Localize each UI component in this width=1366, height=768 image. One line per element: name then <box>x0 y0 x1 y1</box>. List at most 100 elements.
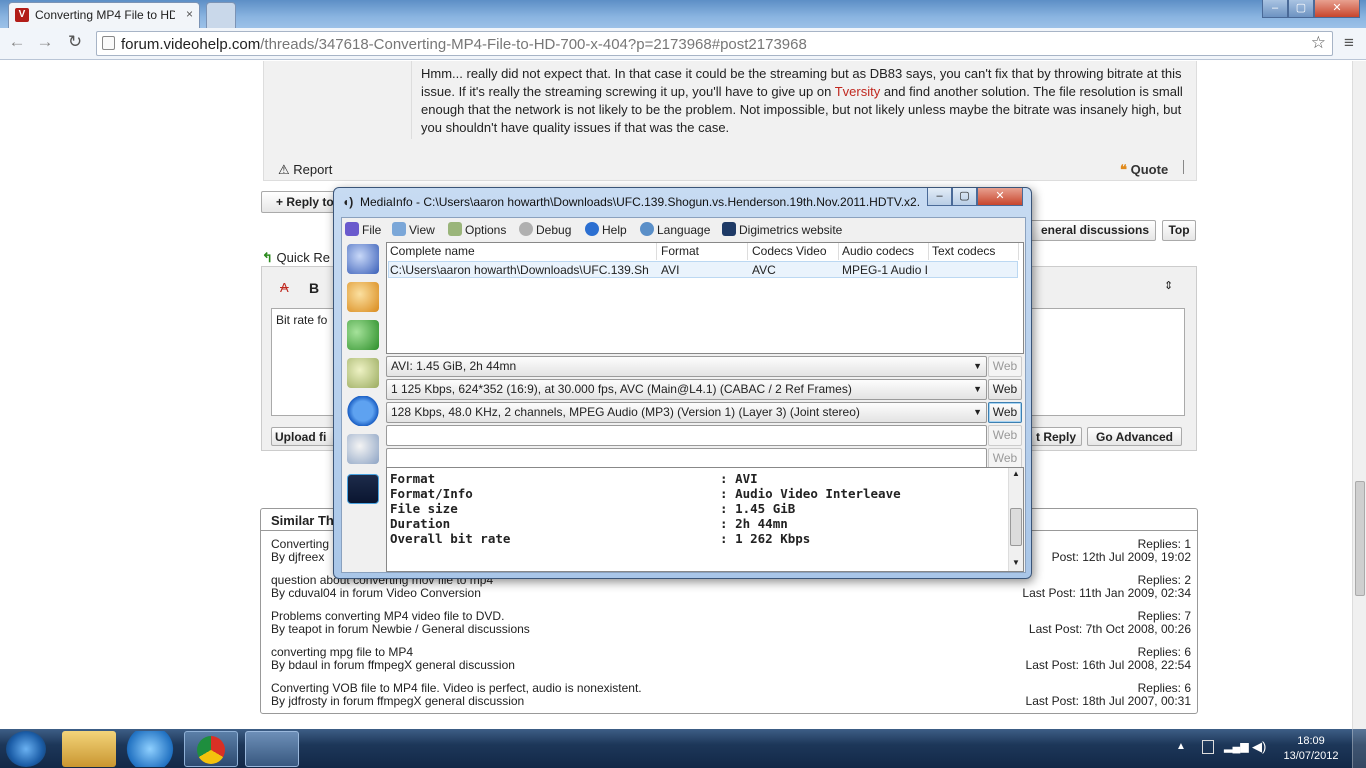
post-quick-reply-button[interactable]: t Reply <box>1030 427 1082 446</box>
scroll-up-icon[interactable]: ▲ <box>1010 468 1022 480</box>
audio-stream-select[interactable]: 128 Kbps, 48.0 KHz, 2 channels, MPEG Aud… <box>386 402 987 423</box>
upload-files-button[interactable]: Upload fi <box>271 427 341 446</box>
table-cell: MPEG-1 Audio L <box>842 263 927 277</box>
list-item[interactable]: converting mpg file to MP4 By bdaul in f… <box>271 646 1191 682</box>
mediainfo-minimize-button[interactable]: – <box>927 188 952 206</box>
bold-button[interactable]: B <box>309 280 319 296</box>
mediainfo-title: MediaInfo - C:\Users\aaron howarth\Downl… <box>360 195 920 209</box>
explorer-taskbar-icon[interactable] <box>62 731 116 767</box>
action-center-icon[interactable] <box>1202 740 1214 754</box>
similar-threads-title: Similar Th <box>271 513 334 528</box>
show-desktop-button[interactable] <box>1352 729 1366 768</box>
go-advanced-button[interactable]: Go Advanced <box>1087 427 1182 446</box>
column-header[interactable]: Text codecs <box>929 243 1019 260</box>
open-folder-icon[interactable] <box>347 282 379 312</box>
mediainfo-client: File View Options Debug Help Language Di… <box>341 217 1026 573</box>
report-button[interactable]: ⚠ Report <box>278 162 332 178</box>
info-row: File size: 1.45 GiB <box>390 501 796 516</box>
clock[interactable]: 18:09 13/07/2012 <box>1276 734 1346 764</box>
list-item[interactable]: Problems converting MP4 video file to DV… <box>271 610 1191 646</box>
browser-tab[interactable]: V Converting MP4 File to HD × <box>8 2 200 28</box>
network-icon[interactable]: ▂▄▆ <box>1224 740 1249 753</box>
close-window-button[interactable]: ✕ <box>1314 0 1360 18</box>
table-cell: C:\Users\aaron howarth\Downloads\UFC.139… <box>390 263 649 277</box>
menu-language[interactable]: Language <box>640 221 710 239</box>
options-icon[interactable] <box>347 358 379 388</box>
column-header[interactable]: Codecs Video <box>749 243 839 260</box>
tab-close-icon[interactable]: × <box>186 7 193 21</box>
text-stream-select[interactable] <box>386 425 987 446</box>
digimetrics-icon <box>722 222 736 236</box>
new-tab-button[interactable] <box>206 2 236 28</box>
info-icon[interactable] <box>347 396 379 426</box>
video-stream-select[interactable]: 1 125 Kbps, 624*352 (16:9), at 30.000 fp… <box>386 379 987 400</box>
audio-web-button[interactable]: Web <box>988 402 1022 423</box>
clock-time: 18:09 <box>1297 735 1325 747</box>
page-icon <box>102 36 115 50</box>
general-stream-select[interactable]: AVI: 1.45 GiB, 2h 44mn ▼ <box>386 356 987 377</box>
wrench-menu-icon[interactable]: ≡ <box>1340 33 1358 53</box>
editor-text: Bit rate fo <box>276 313 328 327</box>
browser-titlebar <box>0 0 1366 28</box>
quote-icon: ❝ <box>1120 162 1127 177</box>
start-button[interactable] <box>6 731 46 767</box>
general-discussions-button[interactable]: eneral discussions <box>1030 220 1156 241</box>
dropdown-arrow-icon: ▼ <box>973 384 982 394</box>
menu-debug[interactable]: Debug <box>519 221 571 239</box>
internet-explorer-taskbar-icon[interactable] <box>123 731 177 767</box>
view-menu-icon <box>392 222 406 236</box>
chapters-stream-select[interactable] <box>386 448 987 469</box>
remove-format-icon[interactable]: A <box>280 280 289 295</box>
menu-file[interactable]: File <box>345 221 381 239</box>
quote-button[interactable]: ❝ Quote <box>1120 162 1168 178</box>
chrome-taskbar-icon[interactable] <box>184 731 238 767</box>
video-web-button[interactable]: Web <box>988 379 1022 400</box>
column-header[interactable]: Format <box>658 243 748 260</box>
list-item[interactable]: Converting VOB file to MP4 file. Video i… <box>271 682 1191 718</box>
text-web-button[interactable]: Web <box>988 425 1022 446</box>
reply-to-thread-button[interactable]: + Reply to <box>261 191 337 213</box>
volume-icon[interactable]: ◀) <box>1252 739 1266 755</box>
info-scrollbar-thumb[interactable] <box>1010 508 1022 546</box>
tversity-link[interactable]: Tversity <box>835 84 881 99</box>
mediainfo-taskbar-icon[interactable] <box>245 731 299 767</box>
videohelp-favicon-icon: V <box>15 8 29 22</box>
mediainfo-close-button[interactable]: ✕ <box>977 188 1023 206</box>
table-cell <box>929 262 1019 278</box>
page-scrollbar[interactable] <box>1352 61 1366 729</box>
menu-options[interactable]: Options <box>448 221 506 239</box>
scrollbar-thumb[interactable] <box>1355 481 1365 596</box>
back-arrow-icon[interactable]: ← <box>6 31 28 53</box>
documents-icon[interactable] <box>347 434 379 464</box>
menu-digimetrics[interactable]: Digimetrics website <box>722 221 842 239</box>
last-post: Post: 12th Jul 2009, 19:02 <box>1051 550 1191 564</box>
scroll-down-icon[interactable]: ▼ <box>1010 557 1022 569</box>
column-header[interactable]: Complete name <box>387 243 657 260</box>
bookmark-star-icon[interactable]: ☆ <box>1311 33 1326 53</box>
help-menu-icon <box>585 222 599 236</box>
waveform-icon[interactable] <box>347 474 379 504</box>
chapters-web-button[interactable]: Web <box>988 448 1022 469</box>
reload-icon[interactable]: ↻ <box>64 31 86 53</box>
open-file-icon[interactable] <box>347 244 379 274</box>
menu-view[interactable]: View <box>392 221 435 239</box>
menu-help[interactable]: Help <box>585 221 627 239</box>
post-body: Hmm... really did not expect that. In th… <box>421 66 1183 135</box>
general-web-button[interactable]: Web <box>988 356 1022 377</box>
info-scrollbar[interactable]: ▲ ▼ <box>1008 468 1023 571</box>
resize-toggle-icon[interactable]: ⇕ <box>1164 279 1173 292</box>
column-header[interactable]: Audio codecs <box>839 243 929 260</box>
separator <box>1183 160 1184 174</box>
minimize-button[interactable]: – <box>1262 0 1288 18</box>
table-cell: AVI <box>661 263 680 277</box>
address-bar[interactable]: forum.videohelp.com/threads/347618-Conve… <box>96 31 1333 56</box>
top-button[interactable]: Top <box>1162 220 1196 241</box>
forward-arrow-icon[interactable]: → <box>34 31 56 53</box>
list-item[interactable]: question about converting mov file to mp… <box>271 574 1191 610</box>
globe-icon <box>640 222 654 236</box>
mediainfo-maximize-button[interactable]: ▢ <box>952 188 977 206</box>
show-hidden-icons[interactable]: ▲ <box>1176 741 1186 752</box>
maximize-button[interactable]: ▢ <box>1288 0 1314 18</box>
export-icon[interactable] <box>347 320 379 350</box>
file-list[interactable]: Complete name Format Codecs Video Audio … <box>386 242 1024 354</box>
